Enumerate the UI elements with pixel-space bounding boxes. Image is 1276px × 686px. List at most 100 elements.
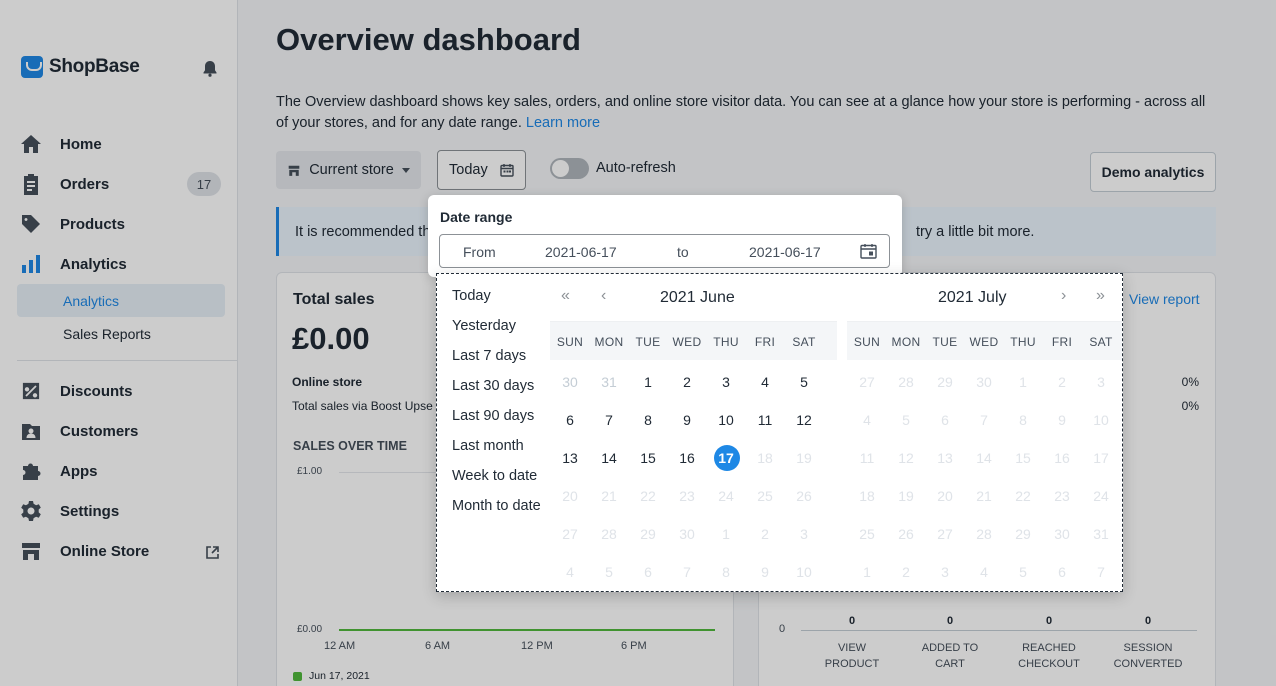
calendar-day[interactable]: 20 [927,483,963,509]
calendar-day[interactable]: 9 [747,559,783,585]
calendar-day[interactable]: 13 [552,445,588,471]
calendar-day[interactable]: 27 [927,521,963,547]
calendar-day[interactable]: 7 [591,407,627,433]
calendar-day[interactable]: 4 [966,559,1002,585]
calendar-day[interactable]: 28 [966,521,1002,547]
calendar-day[interactable]: 2 [1044,369,1080,395]
calendar-day[interactable]: 26 [786,483,822,509]
calendar-day[interactable]: 23 [669,483,705,509]
calendar-day[interactable]: 3 [786,521,822,547]
calendar-day[interactable]: 6 [1044,559,1080,585]
calendar-day[interactable]: 6 [552,407,588,433]
preset-last-30-days[interactable]: Last 30 days [452,378,534,394]
calendar-day[interactable]: 30 [1044,521,1080,547]
calendar-day[interactable]: 22 [1005,483,1041,509]
calendar-day[interactable]: 5 [591,559,627,585]
calendar-day[interactable]: 6 [630,559,666,585]
calendar-day[interactable]: 29 [630,521,666,547]
calendar-day[interactable]: 5 [786,369,822,395]
calendar-day[interactable]: 21 [591,483,627,509]
calendar-day[interactable]: 29 [1005,521,1041,547]
calendar-day[interactable]: 12 [888,445,924,471]
from-date[interactable]: 2021-06-17 [545,244,617,260]
calendar-day[interactable]: 1 [1005,369,1041,395]
calendar-day[interactable]: 18 [849,483,885,509]
month-title[interactable]: 2021 June [660,289,735,307]
calendar-day[interactable]: 28 [591,521,627,547]
calendar-day[interactable]: 3 [1083,369,1119,395]
preset-last-month[interactable]: Last month [452,438,524,454]
calendar-day[interactable]: 30 [552,369,588,395]
calendar-day[interactable]: 23 [1044,483,1080,509]
calendar-day[interactable]: 30 [966,369,1002,395]
calendar-day[interactable]: 12 [786,407,822,433]
calendar-day[interactable]: 29 [927,369,963,395]
calendar-day[interactable]: 9 [1044,407,1080,433]
calendar-day[interactable]: 7 [669,559,705,585]
calendar-day[interactable]: 1 [630,369,666,395]
date-range-input[interactable]: From 2021-06-17 to 2021-06-17 [439,234,890,268]
preset-week-to-date[interactable]: Week to date [452,468,537,484]
calendar-day[interactable]: 3 [927,559,963,585]
calendar-day[interactable]: 10 [786,559,822,585]
calendar-day[interactable]: 30 [669,521,705,547]
prev-month-button[interactable]: ‹ [601,287,606,305]
calendar-day[interactable]: 6 [927,407,963,433]
next-year-button[interactable]: » [1096,287,1105,305]
calendar-day[interactable]: 13 [927,445,963,471]
calendar-day[interactable]: 24 [1083,483,1119,509]
calendar-day[interactable]: 8 [708,559,744,585]
calendar-day[interactable]: 10 [1083,407,1119,433]
prev-year-button[interactable]: « [561,287,570,305]
calendar-day[interactable]: 11 [849,445,885,471]
calendar-day[interactable]: 27 [849,369,885,395]
calendar-day[interactable]: 11 [747,407,783,433]
calendar-day[interactable]: 19 [786,445,822,471]
calendar-day[interactable]: 27 [552,521,588,547]
calendar-day[interactable]: 3 [708,369,744,395]
calendar-day[interactable]: 22 [630,483,666,509]
calendar-day[interactable]: 1 [849,559,885,585]
preset-last-7-days[interactable]: Last 7 days [452,348,526,364]
calendar-day[interactable]: 1 [708,521,744,547]
calendar-day[interactable]: 15 [630,445,666,471]
calendar-day[interactable]: 5 [1005,559,1041,585]
calendar-day[interactable]: 9 [669,407,705,433]
calendar-day[interactable]: 15 [1005,445,1041,471]
calendar-day[interactable]: 21 [966,483,1002,509]
preset-last-90-days[interactable]: Last 90 days [452,408,534,424]
calendar-day[interactable]: 4 [747,369,783,395]
calendar-day[interactable]: 18 [747,445,783,471]
calendar-day[interactable]: 20 [552,483,588,509]
calendar-day[interactable]: 24 [708,483,744,509]
calendar-day-selected[interactable]: 17 [708,445,744,471]
calendar-day[interactable]: 14 [591,445,627,471]
calendar-day[interactable]: 8 [630,407,666,433]
calendar-day[interactable]: 28 [888,369,924,395]
calendar-day[interactable]: 19 [888,483,924,509]
calendar-day[interactable]: 17 [1083,445,1119,471]
calendar-day[interactable]: 2 [888,559,924,585]
calendar-day[interactable]: 10 [708,407,744,433]
calendar-day[interactable]: 7 [1083,559,1119,585]
calendar-day[interactable]: 8 [1005,407,1041,433]
preset-month-to-date[interactable]: Month to date [452,498,541,514]
calendar-day[interactable]: 16 [1044,445,1080,471]
preset-today[interactable]: Today [452,288,491,304]
calendar-day[interactable]: 31 [591,369,627,395]
calendar-day[interactable]: 16 [669,445,705,471]
calendar-day[interactable]: 14 [966,445,1002,471]
calendar-day[interactable]: 4 [552,559,588,585]
calendar-day[interactable]: 2 [669,369,705,395]
next-month-button[interactable]: › [1061,287,1066,305]
preset-yesterday[interactable]: Yesterday [452,318,516,334]
calendar-day[interactable]: 5 [888,407,924,433]
to-date[interactable]: 2021-06-17 [749,244,821,260]
calendar-day[interactable]: 25 [849,521,885,547]
calendar-day[interactable]: 31 [1083,521,1119,547]
calendar-day[interactable]: 2 [747,521,783,547]
calendar-day[interactable]: 7 [966,407,1002,433]
calendar-day[interactable]: 25 [747,483,783,509]
month-title[interactable]: 2021 July [938,289,1007,307]
calendar-day[interactable]: 26 [888,521,924,547]
